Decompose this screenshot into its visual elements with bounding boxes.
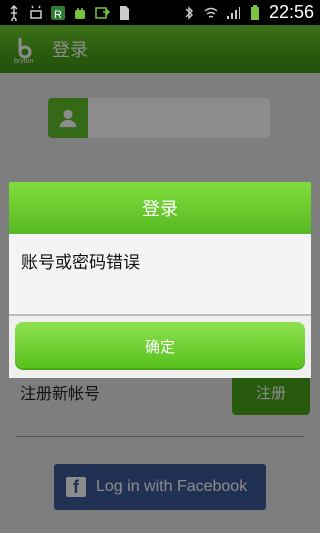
system-icons: 22:56: [181, 2, 314, 23]
export-icon: [95, 6, 110, 19]
android-icon: [75, 7, 85, 19]
svg-text:R: R: [54, 9, 62, 21]
dialog-divider: [9, 314, 311, 316]
dialog-title: 登录: [9, 182, 311, 234]
dialog-message: 账号或密码错误: [9, 234, 311, 314]
bluetooth-icon: [185, 5, 193, 20]
signal-icon: [226, 6, 240, 19]
notification-icons: R: [6, 4, 132, 21]
ok-button[interactable]: 确定: [15, 322, 305, 370]
wifi-icon: [204, 7, 218, 18]
r-app-icon: R: [51, 5, 65, 21]
android-debug-icon: [30, 5, 42, 19]
clock: 22:56: [268, 2, 314, 22]
usb-icon: [10, 4, 18, 21]
sd-card-icon: [120, 5, 129, 20]
error-dialog: 登录 账号或密码错误 确定: [9, 182, 311, 378]
battery-icon: [250, 4, 259, 20]
status-bar: R 22:56: [0, 0, 320, 25]
